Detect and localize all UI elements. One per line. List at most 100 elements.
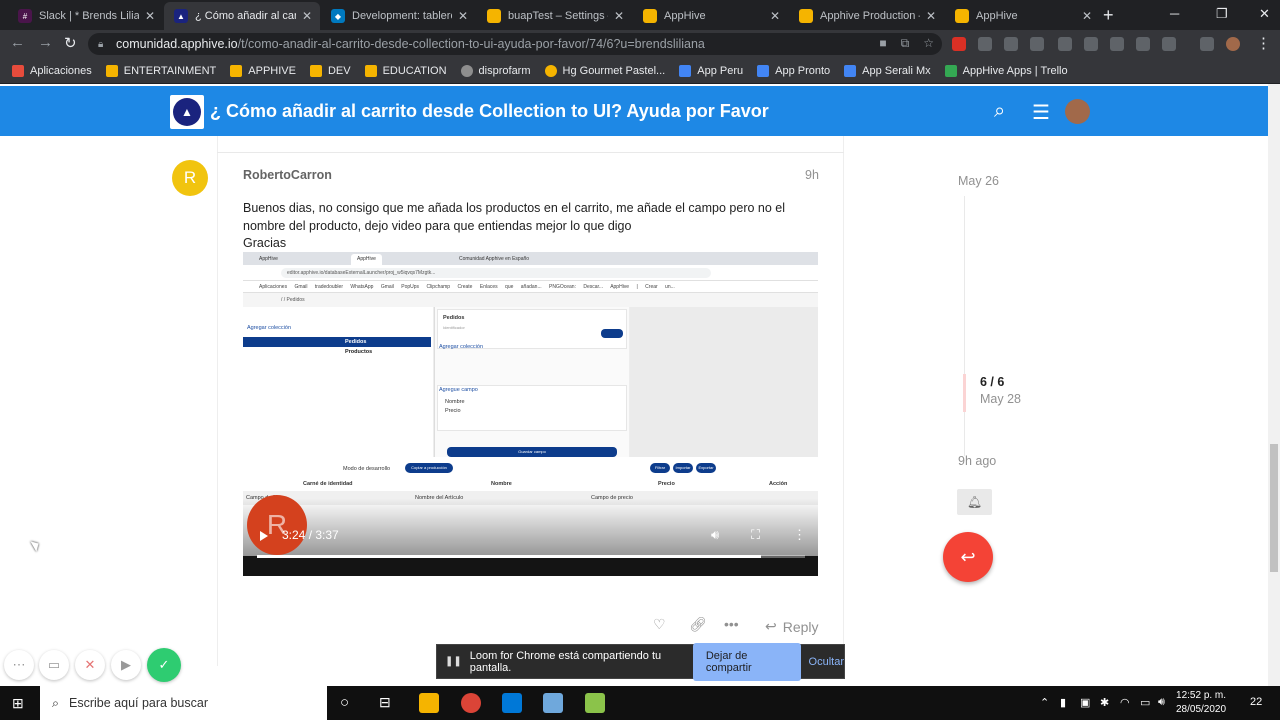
notifications-icon[interactable]: 22 [1250,696,1262,708]
tray-icon[interactable]: ▣ [1080,696,1090,709]
wifi-icon[interactable]: ◠ [1120,696,1130,709]
bookmark-item[interactable]: AppHive Apps | Trello [944,64,1068,77]
forward-icon[interactable]: → [38,34,53,51]
app-icon[interactable] [543,693,563,713]
tray-chevron-icon[interactable]: ⌃ [1040,696,1049,709]
author-avatar[interactable]: R [172,160,208,196]
browser-tab[interactable]: buapTest – Settings – ✕ [477,2,632,30]
extension-icon[interactable] [1058,37,1072,51]
close-tab-icon[interactable]: ✕ [770,9,780,23]
loom-pause-button[interactable]: ▶ [111,650,141,680]
video-progress-bar[interactable] [257,555,805,558]
open-external-icon[interactable]: ⧉ [901,36,910,51]
browser-tab[interactable]: AppHive ✕ [945,2,1100,30]
stop-sharing-button[interactable]: Dejar de compartir [692,642,801,681]
close-tab-icon[interactable]: ✕ [614,9,624,23]
profile-avatar[interactable] [1226,37,1240,51]
post-age[interactable]: 9h [805,168,819,182]
clock-time: 12:52 p. m. [1176,690,1227,701]
extension-icon[interactable] [1004,37,1018,51]
bookmark-item[interactable]: Hg Gourmet Pastel... [544,64,665,77]
bookmark-folder[interactable]: ENTERTAINMENT [105,64,216,77]
like-icon[interactable]: ♡ [653,616,666,633]
timeline-track[interactable] [964,196,965,456]
bookmark-item[interactable]: Aplicaciones [12,64,92,77]
fullscreen-icon[interactable]: ⛶ [751,527,760,543]
close-tab-icon[interactable]: ✕ [145,9,155,23]
extension-icon[interactable] [1110,37,1124,51]
browser-tab[interactable]: # Slack | * Brends Liliana | ✕ [8,2,163,30]
hamburger-menu-icon[interactable]: ☰ [1032,100,1050,125]
file-explorer-icon[interactable] [419,693,439,713]
close-tab-icon[interactable]: ✕ [302,9,312,23]
reply-fab-button[interactable]: ↩ [943,532,993,582]
media-icon[interactable] [1200,37,1214,51]
timeline-handle[interactable] [963,374,966,412]
site-logo[interactable]: ▲ [170,95,204,129]
loom-finish-button[interactable]: ✓ [147,648,181,682]
close-tab-icon[interactable]: ✕ [1082,9,1092,23]
video-menu-icon[interactable]: ⋮ [793,527,806,543]
vscode-icon[interactable] [502,693,522,713]
windows-start-icon[interactable]: ⊞ [12,695,28,711]
bookmark-folder[interactable]: APPHIVE [230,64,296,77]
bookmark-item[interactable]: App Serali Mx [844,64,931,77]
reload-icon[interactable]: ↻ [64,34,77,52]
close-window-icon[interactable]: ✕ [1259,6,1270,22]
play-icon[interactable] [260,531,268,541]
cortana-icon[interactable]: ○ [340,694,349,711]
close-tab-icon[interactable]: ✕ [458,9,468,23]
bookmark-item[interactable]: disprofarm [460,64,531,77]
star-icon[interactable]: ☆ [923,36,934,51]
browser-tab-active[interactable]: ▲ ¿ Cómo añadir al carrit ✕ [164,2,320,30]
taskbar-clock[interactable]: 12:52 p. m. 28/05/2020 [1176,689,1226,717]
browser-tab[interactable]: AppHive ✕ [633,2,788,30]
reply-button[interactable]: ↩ Reply [765,618,819,635]
extension-icon[interactable] [1030,37,1044,51]
share-link-icon[interactable]: 🔗︎ [689,616,707,633]
video-player[interactable]: AppHive AppHive Comunidad Apphive en Esp… [243,252,818,576]
bookmark-item[interactable]: App Pronto [757,64,830,77]
bluetooth-icon[interactable]: ✱ [1100,696,1109,709]
extension-icon[interactable] [1084,37,1098,51]
scrollbar-thumb[interactable] [1270,444,1278,572]
loom-cancel-button[interactable]: ✕ [75,650,105,680]
address-bar[interactable]: 🔒︎ comunidad.apphive.io/t/como-anadir-al… [88,33,942,55]
timeline-end-date[interactable]: 9h ago [958,454,996,468]
user-avatar[interactable] [1065,99,1090,124]
extension-icon[interactable] [978,37,992,51]
timeline-start-date[interactable]: May 26 [958,174,999,188]
notification-bell-button[interactable]: 🔔︎ [957,489,992,515]
bookmark-folder[interactable]: EDUCATION [364,64,447,77]
more-actions-icon[interactable]: ••• [724,616,739,632]
topic-title[interactable]: ¿ Cómo añadir al carrito desde Collectio… [210,101,769,122]
browser-tab[interactable]: ◆ Development: tablero ✕ [321,2,476,30]
minimize-icon[interactable]: ─ [1170,6,1179,21]
volume-icon[interactable]: 🔊︎ [711,527,719,543]
author-username[interactable]: RobertoCarron [243,168,332,182]
extension-icon[interactable] [1162,37,1176,51]
new-tab-icon[interactable]: + [1103,5,1114,26]
hide-button[interactable]: Ocultar [809,656,844,668]
extension-icon[interactable] [952,37,966,51]
app-icon[interactable] [585,693,605,713]
extension-icon[interactable] [1136,37,1150,51]
chrome-icon[interactable] [461,693,481,713]
task-view-icon[interactable]: ⊟ [379,694,391,711]
battery-icon[interactable]: ▭ [1140,696,1150,709]
loom-more-button[interactable]: ⋯ [4,650,34,680]
back-icon[interactable]: ← [10,34,25,51]
camera-icon[interactable]: ■ [879,36,886,51]
volume-icon[interactable]: 🔊︎ [1158,696,1165,709]
loom-camera-button[interactable]: ▭ [39,650,69,680]
tray-icon[interactable]: ▮ [1060,696,1066,709]
maximize-icon[interactable]: ❐ [1216,6,1228,22]
taskbar-search[interactable]: ⌕ Escribe aquí para buscar [40,686,327,720]
menu-kebab-icon[interactable]: ⋮ [1256,34,1271,52]
bookmark-item[interactable]: App Peru [679,64,743,77]
bookmark-folder[interactable]: DEV [309,64,351,77]
search-icon[interactable]: ⌕ [994,100,1005,123]
browser-tab[interactable]: Apphive Production – ✕ [789,2,944,30]
page-scrollbar[interactable] [1268,84,1280,686]
close-tab-icon[interactable]: ✕ [926,9,936,23]
